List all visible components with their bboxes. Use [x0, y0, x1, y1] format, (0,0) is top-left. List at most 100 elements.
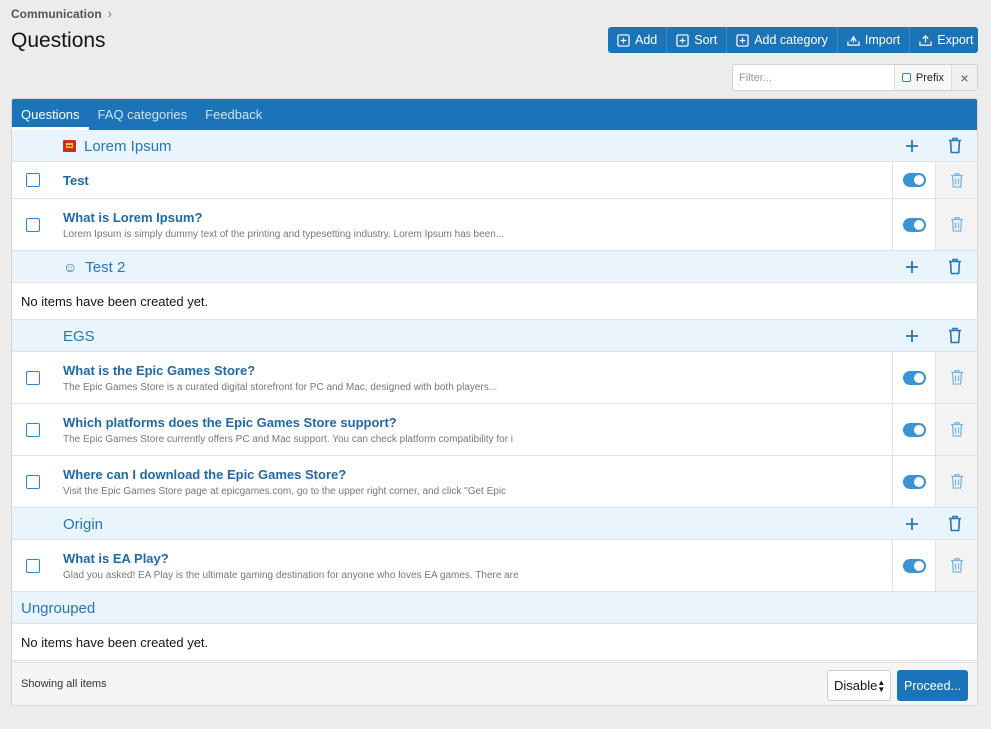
toggle-cell: [892, 404, 935, 455]
trash-icon: [950, 172, 963, 188]
question-text: Where can I download the Epic Games Stor…: [63, 467, 887, 497]
delete-button[interactable]: [935, 540, 977, 591]
question-text: What is the Epic Games Store? The Epic G…: [63, 363, 887, 393]
status-text: Showing all items: [21, 678, 107, 690]
delete-button[interactable]: [935, 456, 977, 507]
question-row: What is the Epic Games Store? The Epic G…: [12, 352, 977, 404]
question-row: Where can I download the Epic Games Stor…: [12, 456, 977, 508]
toggle-cell: [892, 540, 935, 591]
category-title: Origin: [63, 508, 103, 540]
trash-icon[interactable]: [946, 326, 964, 345]
active-toggle[interactable]: [902, 474, 926, 489]
active-toggle[interactable]: [902, 217, 926, 232]
toggle-cell: [892, 199, 935, 250]
category-row: ☺ Test 2: [12, 251, 977, 283]
footer: Showing all items Disable ▲ ▼ Proceed...: [12, 662, 977, 705]
active-toggle[interactable]: [902, 422, 926, 437]
row-checkbox[interactable]: [26, 370, 40, 385]
trash-icon[interactable]: [946, 514, 964, 533]
delete-button[interactable]: [935, 404, 977, 455]
export-button[interactable]: Export: [910, 27, 978, 53]
clear-filter-button[interactable]: ×: [951, 65, 977, 90]
import-button[interactable]: Import: [838, 27, 911, 53]
active-toggle[interactable]: [902, 370, 926, 385]
tab-bar: Questions FAQ categories Feedback: [12, 99, 977, 130]
smiley-icon: ☺: [63, 259, 78, 275]
row-checkbox[interactable]: [26, 474, 40, 489]
tab-faq-categories[interactable]: FAQ categories: [89, 99, 197, 130]
plus-square-icon: [736, 33, 749, 47]
question-title[interactable]: Which platforms does the Epic Games Stor…: [63, 415, 887, 430]
import-button-label: Import: [864, 33, 901, 47]
row-checkbox[interactable]: [26, 558, 40, 573]
tab-feedback[interactable]: Feedback: [196, 99, 271, 130]
row-checkbox[interactable]: [26, 173, 40, 187]
trash-icon: [950, 474, 963, 489]
plus-square-icon: [617, 33, 630, 47]
plus-icon[interactable]: [903, 327, 921, 345]
import-icon: [847, 35, 860, 46]
plus-icon[interactable]: [903, 515, 921, 533]
plus-icon[interactable]: [903, 137, 921, 155]
question-row: What is Lorem Ipsum? Lorem Ipsum is simp…: [12, 199, 977, 251]
row-checkbox[interactable]: [26, 217, 40, 232]
category-row: EGS: [12, 320, 977, 352]
prefix-label: Prefix: [915, 71, 944, 84]
trash-icon[interactable]: [946, 257, 964, 276]
category-title-text[interactable]: Test 2: [85, 259, 125, 276]
trash-icon: [950, 370, 963, 385]
toggle-cell: [892, 456, 935, 507]
row-checkbox[interactable]: [26, 422, 40, 437]
prefix-checkbox[interactable]: Prefix: [893, 65, 951, 90]
question-description: Glad you asked! EA Play is the ultimate …: [63, 569, 519, 581]
plus-icon[interactable]: [903, 258, 921, 276]
category-title: Lorem Ipsum: [63, 130, 172, 162]
breadcrumb: Communication ›: [11, 6, 112, 21]
add-category-button[interactable]: Add category: [727, 27, 838, 53]
question-title[interactable]: What is the Epic Games Store?: [63, 363, 887, 378]
question-title[interactable]: Where can I download the Epic Games Stor…: [63, 467, 887, 482]
action-select-value: Disable: [834, 678, 878, 693]
filter-bar: Prefix ×: [732, 64, 978, 91]
trash-icon: [950, 422, 963, 437]
questions-block: Questions FAQ categories Feedback Lorem …: [11, 98, 978, 706]
question-text: What is Lorem Ipsum? Lorem Ipsum is simp…: [63, 210, 887, 240]
category-title-text[interactable]: EGS: [63, 328, 95, 345]
trash-icon: [950, 217, 963, 232]
question-description: The Epic Games Store currently offers PC…: [63, 433, 514, 445]
toolbar: Add Sort Add category Import Export: [608, 27, 978, 53]
sort-button-label: Sort: [694, 33, 718, 47]
add-button[interactable]: Add: [608, 27, 668, 53]
select-arrows-icon: ▲ ▼: [877, 677, 886, 694]
question-description: Lorem Ipsum is simply dummy text of the …: [63, 228, 505, 240]
tab-questions[interactable]: Questions: [12, 99, 89, 130]
category-title: ☺ Test 2: [63, 251, 125, 283]
question-title[interactable]: What is EA Play?: [63, 551, 887, 566]
active-toggle[interactable]: [902, 558, 926, 573]
question-text: What is EA Play? Glad you asked! EA Play…: [63, 551, 887, 581]
empty-message-text: No items have been created yet.: [21, 293, 209, 309]
delete-button[interactable]: [935, 352, 977, 403]
trash-icon[interactable]: [946, 136, 964, 155]
breadcrumb-item-communication[interactable]: Communication: [11, 7, 102, 21]
action-select[interactable]: Disable ▲ ▼: [827, 670, 891, 701]
question-row: What is EA Play? Glad you asked! EA Play…: [12, 540, 977, 592]
empty-message: No items have been created yet.: [12, 624, 977, 661]
delete-button[interactable]: [935, 162, 977, 198]
active-toggle[interactable]: [902, 173, 926, 187]
category-row: Origin: [12, 508, 977, 540]
toggle-cell: [892, 352, 935, 403]
proceed-button[interactable]: Proceed...: [897, 670, 968, 701]
empty-message: No items have been created yet.: [12, 283, 977, 320]
question-description: Visit the Epic Games Store page at epicg…: [63, 485, 507, 497]
toggle-cell: [892, 162, 935, 198]
trash-icon: [950, 558, 963, 573]
delete-button[interactable]: [935, 199, 977, 250]
question-title[interactable]: Test: [63, 173, 887, 188]
sort-button[interactable]: Sort: [667, 27, 728, 53]
question-title[interactable]: What is Lorem Ipsum?: [63, 210, 887, 225]
plus-square-icon: [676, 33, 689, 47]
filter-input[interactable]: [733, 65, 894, 90]
category-title-text[interactable]: Lorem Ipsum: [84, 138, 172, 155]
category-title-text[interactable]: Origin: [63, 516, 103, 533]
